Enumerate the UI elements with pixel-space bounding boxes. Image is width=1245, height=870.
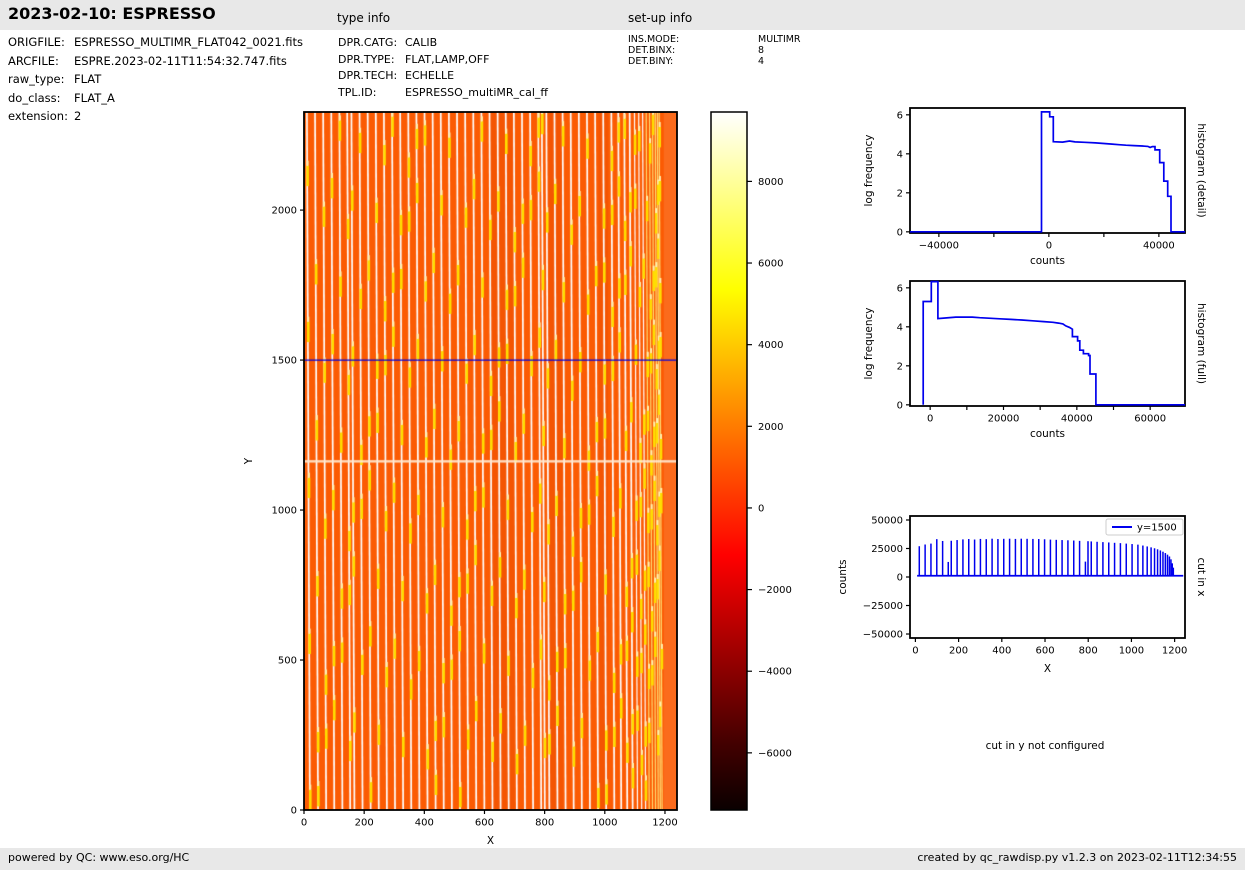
histogram_full-x-tick-label: 60000 [1134,414,1166,425]
histogram_detail-x-tick-label: −40000 [919,241,959,252]
main-image-x-tick-label: 600 [475,818,494,829]
cut-in-x-right-label: cut in x [1195,557,1207,596]
cut-in-x-y-tick-label: −50000 [863,630,903,641]
histogram_full-series-line [922,280,1185,406]
footer-bar: powered by QC: www.eso.org/HC created by… [0,848,1245,870]
histogram_detail-y-tick-label: 4 [897,149,903,160]
histogram_full-x-axis-label: counts [1030,428,1065,440]
cut-in-x-x-tick-label: 200 [949,646,968,657]
cut-in-x-y-tick-label: 50000 [871,515,903,526]
histogram_full-x-tick-label: 40000 [1061,414,1093,425]
cut-in-x-y-tick-label: 25000 [871,544,903,555]
histogram_detail-x-tick-label: 0 [1046,241,1052,252]
colorbar-tick-label: 6000 [758,259,783,270]
main-image-y-tick-label: 500 [278,656,297,667]
main-image-x-tick-label: 200 [355,818,374,829]
main-image-y-axis-label: Y [243,457,255,465]
colorbar-tick-label: −4000 [758,667,792,678]
main-image-y-tick-label: 1500 [272,356,297,367]
cut-in-x-x-tick-label: 1000 [1119,646,1144,657]
histogram_full-y-tick-label: 6 [897,283,903,294]
qc-report-page: 2023-02-10: ESPRESSO type info set-up in… [0,0,1245,870]
cut-in-x-y-tick-label: −25000 [863,601,903,612]
histogram_full-spines [909,280,1186,407]
histogram_detail-y-tick-label: 6 [897,110,903,121]
footer-created-by: created by qc_rawdisp.py v1.2.3 on 2023-… [917,851,1237,864]
histogram_detail-right-label: histogram (detail) [1195,123,1207,217]
main-image-y-tick-label: 1000 [272,506,297,517]
histogram_detail-series-line [910,111,1185,233]
cut-in-x-x-tick-label: 0 [912,646,918,657]
cut-in-x-x-axis-label: X [1044,663,1051,675]
colorbar-tick-label: 0 [758,503,764,514]
histogram_detail-x-tick-label: 40000 [1143,241,1175,252]
cut-in-x-x-tick-label: 400 [992,646,1011,657]
histogram_full-y-axis-label: log frequency [863,307,875,379]
colorbar-tick-label: 8000 [758,177,783,188]
cut-in-x-x-tick-label: 1200 [1162,646,1187,657]
main-image-x-tick-label: 1000 [592,818,617,829]
footer-powered-by: powered by QC: www.eso.org/HC [8,851,190,864]
legend-label: y=1500 [1137,523,1177,534]
histogram_full-y-tick-label: 4 [897,322,903,333]
cut-in-y-message: cut in y not configured [985,740,1105,752]
main-image-x-tick-label: 0 [301,818,307,829]
main-image-x-tick-label: 400 [415,818,434,829]
colorbar-tick-label: 2000 [758,422,783,433]
histogram_full-y-tick-label: 0 [897,400,903,411]
colorbar-tick-label: −6000 [758,748,792,759]
main-image-x-tick-label: 800 [535,818,554,829]
main-image-x-tick-label: 1200 [652,818,677,829]
main-image-y-tick-label: 2000 [272,206,297,217]
main-image-y-tick-label: 0 [291,806,297,817]
cut-in-x-y-tick-label: 0 [897,573,903,584]
colorbar-spines [710,111,748,811]
main-image-x-axis-label: X [487,835,494,847]
histogram_full-x-tick-label: 0 [927,414,933,425]
histogram_detail-y-tick-label: 0 [897,227,903,238]
cut-in-x-y-axis-label: counts [837,559,849,594]
histogram_detail-y-tick-label: 2 [897,188,903,199]
cut-in-x-x-tick-label: 600 [1035,646,1054,657]
cut-in-x-x-tick-label: 800 [1079,646,1098,657]
histogram_detail-y-axis-label: log frequency [863,134,875,206]
histogram_full-y-tick-label: 2 [897,361,903,372]
colorbar-tick-label: 4000 [758,340,783,351]
histogram_detail-spines [909,107,1186,234]
histogram_full-x-tick-label: 20000 [988,414,1020,425]
histogram_full-right-label: histogram (full) [1195,303,1207,384]
colorbar-tick-label: −2000 [758,585,792,596]
histogram_detail-x-axis-label: counts [1030,255,1065,267]
main-image-spines [303,111,678,811]
